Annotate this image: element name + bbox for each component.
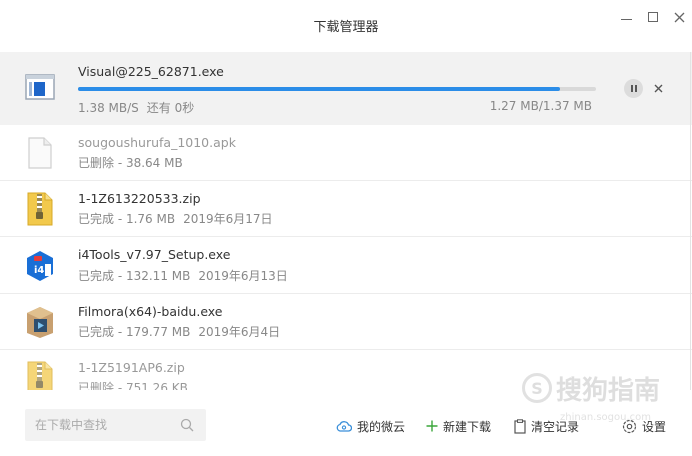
- file-name: 1-1Z5191AP6.zip: [78, 360, 185, 375]
- download-size-progress: 1.27 MB/1.37 MB: [489, 99, 592, 113]
- download-manager-window: 下载管理器 Visual@225_62871.exe 1.38 MB/S 还有 …: [0, 0, 692, 456]
- svg-text:i4: i4: [34, 265, 44, 276]
- my-cloud-label: 我的微云: [357, 419, 406, 434]
- window-title: 下载管理器: [313, 20, 379, 35]
- settings-button[interactable]: 设置: [622, 417, 666, 435]
- download-speed-line: 1.38 MB/S 还有 0秒: [78, 99, 194, 116]
- cloud-icon: [336, 420, 352, 432]
- file-status: 已完成 - 179.77 MB: [78, 325, 191, 339]
- pause-icon-bar: [634, 85, 637, 92]
- download-speed: 1.38 MB/S: [78, 101, 139, 115]
- search-box[interactable]: [25, 409, 206, 441]
- file-name: sougoushurufa_1010.apk: [78, 135, 236, 150]
- zip-icon: [27, 361, 53, 390]
- file-status-line: 已完成 - 1.76 MB 2019年6月17日: [78, 210, 273, 227]
- close-button[interactable]: [670, 8, 688, 26]
- pause-button[interactable]: [624, 79, 643, 98]
- minimize-button[interactable]: [617, 8, 635, 26]
- list-item[interactable]: 1-1Z613220533.zip 已完成 - 1.76 MB 2019年6月17…: [0, 181, 692, 237]
- file-date: 2019年6月4日: [198, 325, 281, 339]
- file-name: i4Tools_v7.97_Setup.exe: [78, 247, 231, 262]
- file-status: 已删除 - 38.64 MB: [78, 156, 183, 170]
- cancel-icon: [654, 84, 662, 93]
- list-item[interactable]: 1-1Z5191AP6.zip 已删除 - 751.26 KB: [0, 350, 692, 390]
- remaining-time: 还有 0秒: [146, 101, 195, 115]
- exe-window-icon: [25, 74, 55, 100]
- close-icon: [674, 12, 684, 22]
- cancel-download-button[interactable]: [650, 79, 666, 98]
- file-status-line: 已完成 - 132.11 MB 2019年6月13日: [78, 267, 288, 284]
- clear-records-label: 清空记录: [531, 419, 580, 434]
- filmora-icon: [27, 307, 53, 338]
- download-list: Visual@225_62871.exe 1.38 MB/S 还有 0秒 1.27…: [0, 52, 692, 390]
- list-item[interactable]: i4 i4Tools_v7.97_Setup.exe 已完成 - 132.11 …: [0, 237, 692, 294]
- gear-icon: [622, 419, 637, 434]
- zip-icon: [27, 192, 53, 226]
- new-download-button[interactable]: 新建下载: [426, 417, 491, 435]
- clear-records-button[interactable]: 清空记录: [514, 417, 579, 435]
- title-bar: 下载管理器: [0, 0, 692, 52]
- scrollbar-track[interactable]: [690, 52, 691, 390]
- maximize-button[interactable]: [644, 8, 662, 26]
- settings-label: 设置: [642, 419, 667, 434]
- list-item[interactable]: Filmora(x64)-baidu.exe 已完成 - 179.77 MB 20…: [0, 294, 692, 350]
- search-icon[interactable]: [180, 418, 194, 432]
- maximize-icon: [648, 12, 658, 22]
- my-cloud-button[interactable]: 我的微云: [336, 417, 405, 435]
- plus-icon: [426, 420, 438, 432]
- file-status: 已完成 - 132.11 MB: [78, 269, 191, 283]
- file-name: Filmora(x64)-baidu.exe: [78, 304, 223, 319]
- file-status-line: 已完成 - 179.77 MB 2019年6月4日: [78, 323, 280, 340]
- i4tools-icon: i4: [27, 251, 53, 281]
- new-download-label: 新建下载: [443, 419, 492, 434]
- bottom-toolbar: 我的微云 新建下载 清空记录: [0, 390, 692, 456]
- clipboard-icon: [514, 418, 526, 434]
- file-status: 已完成 - 1.76 MB: [78, 212, 176, 226]
- download-progress-fill: [78, 87, 560, 91]
- file-name: 1-1Z613220533.zip: [78, 191, 201, 206]
- blank-file-icon: [28, 137, 52, 169]
- active-download-row[interactable]: Visual@225_62871.exe 1.38 MB/S 还有 0秒 1.27…: [0, 52, 692, 125]
- file-status: 已删除 - 751.26 KB: [78, 381, 188, 390]
- pause-icon: [630, 85, 633, 92]
- list-item[interactable]: sougoushurufa_1010.apk 已删除 - 38.64 MB: [0, 125, 692, 181]
- minimize-icon: [620, 18, 632, 20]
- download-progress-bar: [78, 87, 596, 91]
- active-download-name: Visual@225_62871.exe: [78, 64, 224, 79]
- file-date: 2019年6月17日: [183, 212, 273, 226]
- search-input[interactable]: [25, 409, 185, 441]
- file-date: 2019年6月13日: [198, 269, 288, 283]
